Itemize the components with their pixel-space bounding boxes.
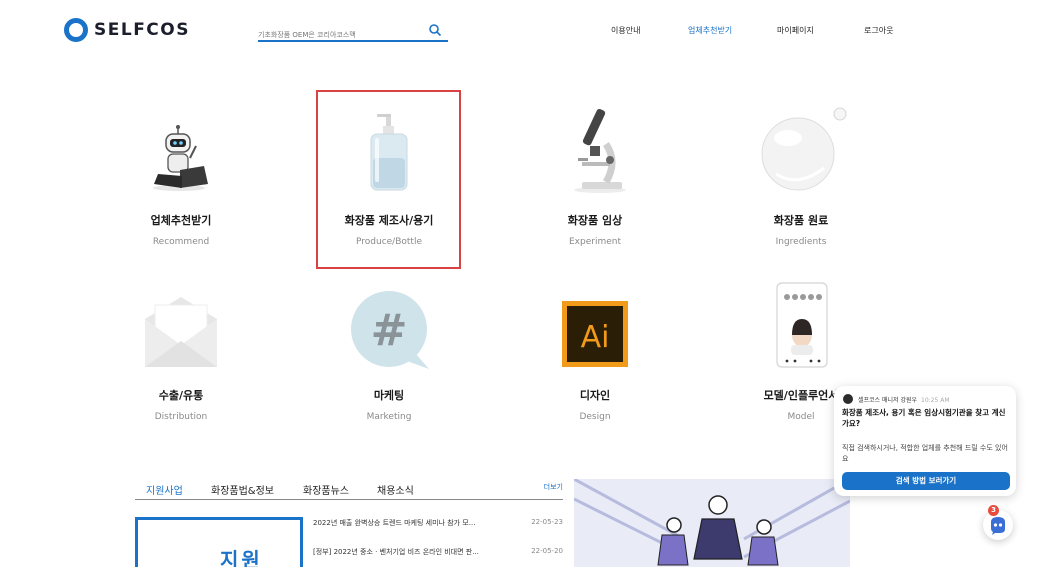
illustrator-ai-text: Ai	[581, 320, 610, 355]
unread-badge: 3	[988, 505, 999, 516]
logo-text: SELFCOS	[94, 20, 190, 40]
robot-laptop-icon	[146, 104, 216, 194]
running-people-illustration-icon	[574, 479, 850, 567]
banner-word: 지원	[220, 548, 263, 567]
nav-logout[interactable]: 로그아웃	[864, 25, 893, 36]
news-date: 22-05-23	[531, 518, 563, 526]
chat-description: 직접 검색하시거나, 적합한 업체를 추천해 드릴 수도 있어요	[842, 444, 1008, 463]
top-header: SELFCOS 이용안내 업체추천받기 마이페이지 로그아웃	[0, 0, 1045, 60]
chat-time: 10:25 AM	[921, 397, 950, 404]
phone-model-icon	[766, 279, 836, 369]
view-search-method-button[interactable]: 검색 방법 보러가기	[842, 472, 1010, 490]
tab-news[interactable]: 화장품뉴스	[303, 482, 349, 497]
news-tabs: 지원사업 화장품법&정보 화장품뉴스 채용소식 더보기	[135, 482, 563, 500]
category-title: 디자인	[579, 389, 611, 402]
chat-sender: 셀프코스 매니저 강원우 10:25 AM	[858, 395, 950, 404]
category-subtitle: Distribution	[154, 412, 208, 422]
search-input[interactable]	[258, 27, 418, 43]
logo-ring-icon	[64, 18, 88, 42]
chat-launcher-button[interactable]	[983, 510, 1013, 540]
illustrator-icon: Ai	[560, 279, 630, 369]
nav-guide[interactable]: 이용안내	[611, 25, 640, 36]
pump-bottle-icon	[354, 104, 424, 194]
category-subtitle: Ingredients	[775, 237, 827, 247]
tab-law-info[interactable]: 화장품법&정보	[211, 482, 274, 497]
category-title: 화장품 원료	[773, 214, 829, 227]
nav-recommend[interactable]: 업체추천받기	[688, 25, 732, 36]
chat-question: 화장품 제조사, 용기 혹은 임상시험기관을 찾고 계신가요?	[842, 408, 1006, 428]
category-title: 마케팅	[373, 389, 405, 402]
news-title: [정부] 2022년 중소 · 벤처기업 비즈 온라인 비대면 판...	[313, 548, 479, 556]
category-subtitle: Recommend	[152, 237, 210, 247]
hashtag-glyph: #	[371, 305, 408, 356]
chat-popup[interactable]: 셀프코스 매니저 강원우 10:25 AM 화장품 제조사, 용기 혹은 임상시험…	[834, 386, 1016, 496]
category-subtitle: Marketing	[366, 412, 412, 422]
nav-mypage[interactable]: 마이페이지	[777, 25, 814, 36]
category-subtitle: Experiment	[568, 237, 621, 247]
manager-avatar	[843, 394, 853, 404]
promo-illustration[interactable]	[574, 479, 850, 567]
search-icon[interactable]	[428, 23, 442, 37]
news-title: 2022년 매출 완벽상승 트렌드 마케팅 세미나 참가 모...	[313, 519, 476, 527]
hashtag-icon: #	[347, 279, 431, 369]
chat-bot-icon	[991, 517, 1005, 535]
envelope-icon	[141, 279, 221, 369]
support-banner[interactable]: 지원	[135, 517, 303, 567]
category-title: 화장품 임상	[567, 214, 623, 227]
microscope-icon	[560, 104, 630, 194]
logo[interactable]: SELFCOS	[64, 18, 190, 42]
tab-jobs[interactable]: 채용소식	[377, 482, 414, 497]
news-item[interactable]: [정부] 2022년 중소 · 벤처기업 비즈 온라인 비대면 판... 22-…	[313, 547, 563, 557]
tab-support[interactable]: 지원사업	[146, 482, 183, 497]
category-title: 업체추천받기	[150, 214, 212, 227]
droplet-icon	[754, 96, 854, 194]
category-subtitle: Design	[579, 412, 611, 422]
news-date: 22-05-20	[531, 547, 563, 555]
category-title: 수출/유통	[158, 389, 204, 402]
more-link[interactable]: 더보기	[544, 482, 563, 492]
category-subtitle: Produce/Bottle	[356, 237, 422, 247]
chat-sender-name: 셀프코스 매니저 강원우	[858, 397, 918, 404]
news-item[interactable]: 2022년 매출 완벽상승 트렌드 마케팅 세미나 참가 모... 22-05-…	[313, 518, 563, 528]
search-bar	[258, 22, 448, 43]
category-title: 화장품 제조사/용기	[344, 214, 434, 227]
